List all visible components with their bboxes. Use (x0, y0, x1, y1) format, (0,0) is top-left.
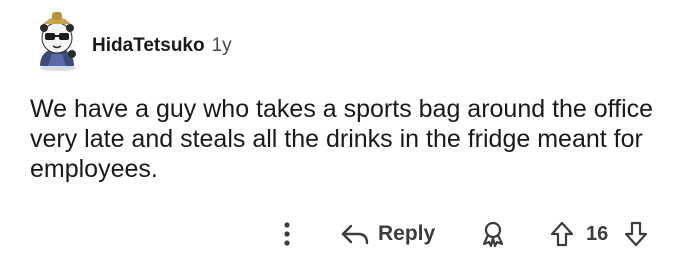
comment-header: HidaTetsuko 1y (28, 8, 232, 72)
reply-arrow-icon (341, 224, 369, 245)
comment-age: 1y (211, 35, 232, 56)
avatar-image (40, 12, 76, 71)
upvote-arrow-icon (550, 221, 574, 247)
avatar[interactable] (28, 8, 86, 72)
more-options-button[interactable] (276, 216, 298, 252)
more-vertical-icon (284, 222, 290, 246)
vote-score: 16 (586, 222, 609, 245)
reply-label: Reply (378, 222, 436, 245)
comment-body: We have a guy who takes a sports bag aro… (30, 95, 654, 183)
award-icon (482, 221, 504, 248)
reply-button[interactable]: Reply (340, 216, 435, 252)
comment: HidaTetsuko 1y We have a guy who takes a… (0, 0, 700, 259)
comment-actions: Reply 16 (0, 216, 700, 252)
downvote-arrow-icon (624, 221, 648, 247)
award-button[interactable] (478, 216, 508, 252)
username[interactable]: HidaTetsuko (92, 35, 205, 57)
upvote-button[interactable] (548, 216, 576, 252)
downvote-button[interactable] (622, 216, 650, 252)
